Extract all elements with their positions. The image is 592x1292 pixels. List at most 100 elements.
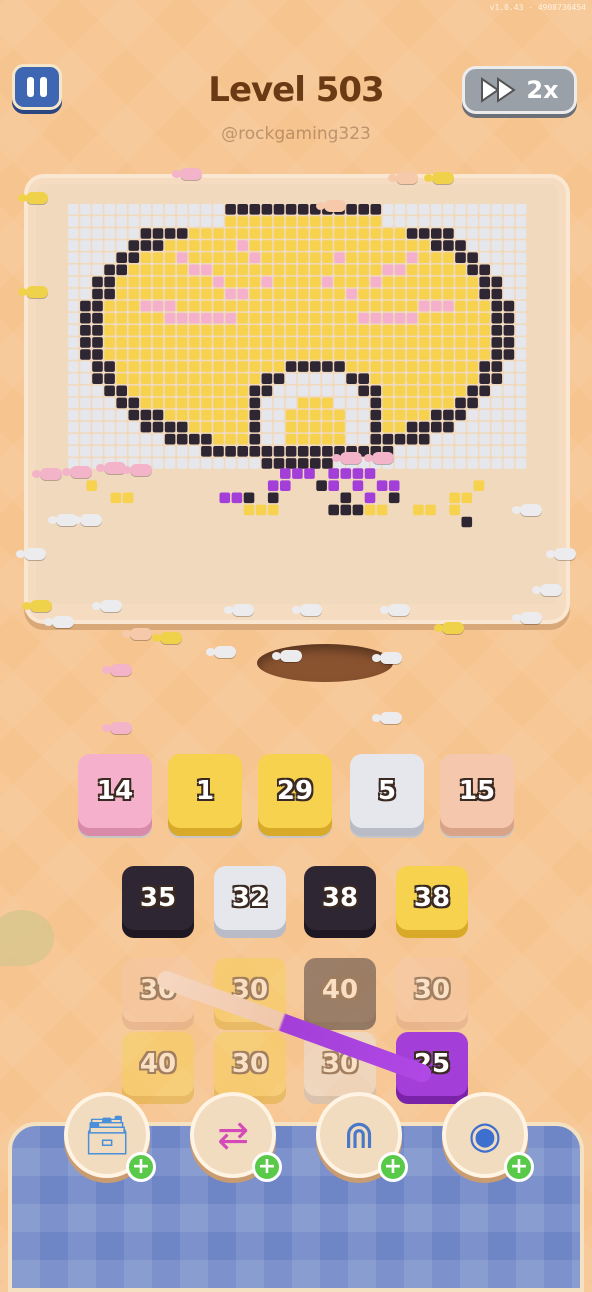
pixel-yellow	[467, 337, 478, 348]
booster-plus-badge[interactable]: +	[126, 1152, 156, 1182]
grid-tile[interactable]: 40	[304, 958, 376, 1022]
pixel-yellow	[297, 264, 309, 276]
pixel-yellow	[394, 228, 406, 239]
pixel-white	[515, 361, 527, 372]
pixel-white	[431, 458, 442, 469]
pixel-yellow	[213, 385, 224, 397]
ant	[424, 172, 454, 184]
ant	[224, 604, 254, 616]
pixel-yellow	[213, 228, 224, 239]
loose-pixel	[388, 480, 400, 491]
pixel-black	[503, 349, 515, 360]
pixel-white	[491, 204, 503, 215]
pixel-bulb	[297, 433, 309, 445]
pixel-white	[128, 433, 140, 445]
grid-tile[interactable]: 38	[304, 866, 376, 930]
pixel-white	[213, 458, 224, 469]
grid-tile[interactable]: 32	[214, 866, 286, 930]
pixel-bulb	[346, 433, 357, 445]
pixel-white	[213, 216, 224, 227]
pixel-black	[164, 433, 176, 445]
pixel-yellow	[140, 337, 152, 348]
pixel-white	[394, 446, 406, 457]
pixel-bulb	[273, 373, 285, 384]
pixel-black	[491, 349, 503, 360]
pixel-yellow	[189, 337, 200, 348]
pixel-white	[140, 446, 152, 457]
pixel-yellow	[346, 240, 357, 251]
ant	[372, 652, 402, 664]
pixel-pink	[225, 312, 236, 324]
pixel-bulb	[310, 421, 321, 433]
pixel-white	[152, 433, 164, 445]
spool-booster-icon: ◉	[468, 1113, 502, 1157]
pixel-yellow	[479, 337, 490, 348]
pixel-yellow	[164, 337, 176, 348]
grid-tile[interactable]: 30	[214, 1032, 286, 1096]
pixel-white	[503, 264, 515, 276]
pixel-yellow	[176, 264, 188, 276]
pixel-black	[80, 349, 91, 360]
booster-plus-badge[interactable]: +	[378, 1152, 408, 1182]
pixel-white	[80, 228, 91, 239]
pixel-black	[140, 421, 152, 433]
pixel-art-canvas	[68, 204, 527, 528]
pixel-white	[406, 458, 418, 469]
drag-stick[interactable]	[154, 968, 434, 1085]
pixel-white	[515, 325, 527, 336]
pixel-yellow	[394, 397, 406, 409]
pixel-yellow	[346, 349, 357, 360]
grid-tile[interactable]: 38	[396, 866, 468, 930]
ant	[92, 600, 122, 612]
pixel-white	[68, 252, 79, 263]
grid-tile[interactable]: 40	[122, 1032, 194, 1096]
pixel-black	[116, 385, 127, 397]
grid-tile[interactable]: 35	[122, 866, 194, 930]
pixel-yellow	[104, 312, 115, 324]
pixel-white	[68, 433, 79, 445]
pixel-yellow	[116, 349, 127, 360]
pixel-yellow	[322, 349, 333, 360]
pixel-yellow	[431, 288, 442, 300]
pixel-yellow	[418, 252, 430, 263]
pixel-white	[503, 373, 515, 384]
pixel-bulb	[261, 397, 273, 409]
booster-plus-badge[interactable]: +	[252, 1152, 282, 1182]
pixel-black	[140, 409, 152, 421]
pixel-yellow	[418, 397, 430, 409]
pixel-yellow	[273, 264, 285, 276]
ant	[434, 622, 464, 634]
pixel-yellow	[382, 397, 394, 409]
pixel-black	[285, 446, 297, 457]
loose-pixel	[449, 492, 460, 504]
pixel-yellow	[310, 349, 321, 360]
loose-pixel	[376, 504, 388, 516]
pixel-white	[201, 458, 212, 469]
pixel-yellow	[346, 300, 357, 312]
pixel-bulb	[285, 397, 297, 409]
pixel-white	[515, 421, 527, 433]
booster-plus-badge[interactable]: +	[504, 1152, 534, 1182]
pixel-yellow	[406, 385, 418, 397]
pixel-yellow	[297, 252, 309, 263]
pixel-white	[164, 458, 176, 469]
pixel-yellow	[285, 349, 297, 360]
pixel-white	[189, 446, 200, 457]
pixel-yellow	[418, 325, 430, 336]
pixel-black	[273, 446, 285, 457]
pixel-black	[370, 204, 382, 215]
pixel-yellow	[285, 300, 297, 312]
grid-tile[interactable]: 30	[396, 958, 468, 1022]
pixel-white	[116, 228, 127, 239]
pixel-yellow	[225, 421, 236, 433]
pixel-black	[491, 373, 503, 384]
pixel-yellow	[128, 385, 140, 397]
pixel-yellow	[152, 349, 164, 360]
pixel-black	[261, 446, 273, 457]
pixel-white	[467, 421, 478, 433]
pixel-bulb	[334, 361, 345, 372]
ant	[16, 548, 46, 560]
pixel-yellow	[164, 349, 176, 360]
pixel-yellow	[431, 252, 442, 263]
pixel-yellow	[116, 325, 127, 336]
